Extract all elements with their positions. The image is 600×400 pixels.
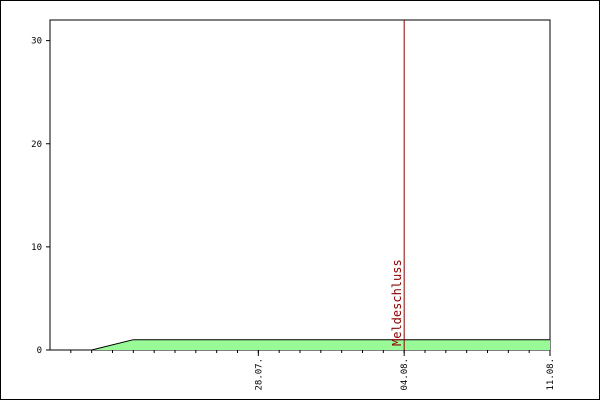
y-tick-label: 10 [31,243,42,253]
y-tick-label: 0 [37,346,42,356]
x-tick-label: 04.08. [400,358,410,391]
area-chart: Meldeschluss 0 10 20 30 28.07. 04.08. 11.08. [31,19,556,391]
plot-area [49,19,551,351]
x-tick-label: 11.08. [546,358,556,391]
y-axis: 0 10 20 30 [31,37,50,356]
marker-label: Meldeschluss [390,259,404,346]
y-tick-label: 20 [31,140,42,150]
x-tick-label: 28.07. [254,358,264,391]
area-fill-0 [91,339,550,350]
area-layer [91,339,550,351]
y-tick-label: 30 [31,37,42,47]
x-axis: 28.07. 04.08. 11.08. [70,350,556,391]
